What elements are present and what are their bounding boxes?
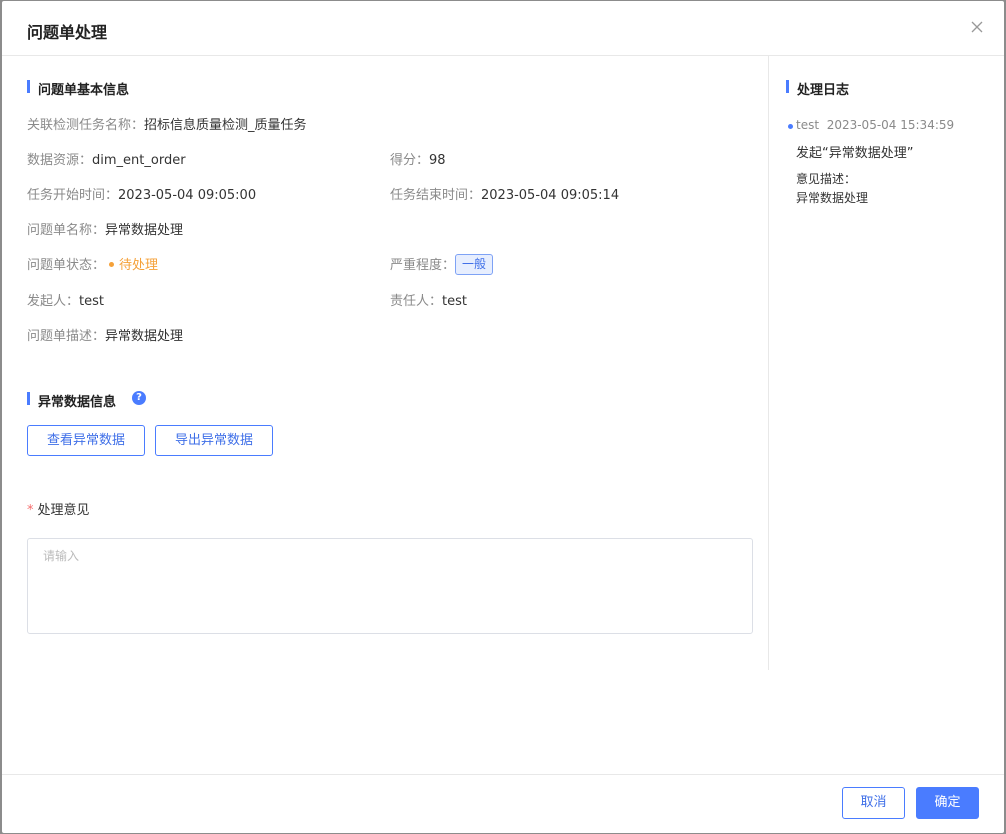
opinion-textarea[interactable] [27, 538, 753, 634]
process-log-panel: 处理日志 test 2023-05-04 15:34:59 发起“异常数据处理”… [769, 56, 1004, 670]
start-time-value: 2023-05-04 09:05:00 [118, 188, 257, 203]
view-abnormal-data-button[interactable]: 查看异常数据 [27, 425, 145, 456]
initiator-label: 发起人： [27, 294, 80, 309]
assignee-field: 责任人：test [390, 290, 467, 309]
abnormal-data-section-title: 异常数据信息 [27, 391, 116, 410]
initiator-value: test [79, 294, 104, 309]
score-field: 得分：98 [390, 149, 446, 168]
issue-dialog: 问题单处理 问题单基本信息 关联检测任务名称：招标信息质量检测_质量任务 数据资… [2, 1, 1004, 833]
log-time: 2023-05-04 15:34:59 [826, 118, 955, 132]
log-action: 发起“异常数据处理” [796, 146, 914, 161]
log-section-title: 处理日志 [786, 79, 849, 98]
basic-info-section-title: 问题单基本信息 [27, 79, 129, 98]
dialog-footer: 取消 确定 [2, 774, 1004, 833]
confirm-button[interactable]: 确定 [916, 787, 979, 819]
assignee-label: 责任人： [390, 294, 443, 309]
data-resource-value: dim_ent_order [92, 153, 186, 168]
score-label: 得分： [390, 153, 430, 168]
initiator-field: 发起人：test [27, 290, 104, 309]
task-name-value: 招标信息质量检测_质量任务 [144, 118, 307, 133]
end-time-label: 任务结束时间： [390, 188, 482, 203]
assignee-value: test [442, 294, 467, 309]
status-label: 问题单状态： [27, 258, 106, 273]
end-time-value: 2023-05-04 09:05:14 [481, 188, 620, 203]
status-field: 问题单状态： 待处理 [27, 254, 158, 273]
task-name-label: 关联检测任务名称： [27, 118, 145, 133]
description-field: 问题单描述：异常数据处理 [27, 325, 183, 344]
dialog-header: 问题单处理 [2, 1, 1004, 56]
opinion-label-text: 处理意见 [37, 503, 90, 518]
status-value: 待处理 [119, 258, 159, 273]
end-time-field: 任务结束时间：2023-05-04 09:05:14 [390, 184, 619, 203]
dialog-title: 问题单处理 [27, 23, 108, 42]
description-value: 异常数据处理 [105, 329, 184, 344]
log-dot-icon [788, 124, 793, 129]
close-icon[interactable] [968, 18, 986, 36]
description-label: 问题单描述： [27, 329, 106, 344]
task-name-field: 关联检测任务名称：招标信息质量检测_质量任务 [27, 114, 307, 133]
log-opinion-label: 意见描述： [796, 172, 857, 186]
issue-detail-panel: 问题单基本信息 关联检测任务名称：招标信息质量检测_质量任务 数据资源：dim_… [2, 56, 768, 670]
start-time-label: 任务开始时间： [27, 188, 119, 203]
export-abnormal-data-button[interactable]: 导出异常数据 [155, 425, 273, 456]
severity-tag: 一般 [455, 254, 494, 275]
start-time-field: 任务开始时间：2023-05-04 09:05:00 [27, 184, 256, 203]
severity-label: 严重程度： [390, 258, 456, 273]
data-resource-field: 数据资源：dim_ent_order [27, 149, 186, 168]
question-circle-icon[interactable]: ? [132, 391, 146, 405]
issue-name-field: 问题单名称：异常数据处理 [27, 219, 183, 238]
issue-name-value: 异常数据处理 [105, 223, 184, 238]
data-resource-label: 数据资源： [27, 153, 93, 168]
cancel-button[interactable]: 取消 [842, 787, 905, 819]
log-opinion-text: 异常数据处理 [796, 191, 869, 205]
severity-field: 严重程度： 一般 [390, 254, 494, 275]
opinion-label: * 处理意见 [27, 499, 90, 518]
status-dot-icon [109, 262, 115, 267]
score-value: 98 [429, 153, 446, 168]
log-user: test [796, 118, 820, 132]
log-meta: test 2023-05-04 15:34:59 [796, 118, 954, 132]
issue-name-label: 问题单名称： [27, 223, 106, 238]
required-mark: * [27, 503, 34, 518]
